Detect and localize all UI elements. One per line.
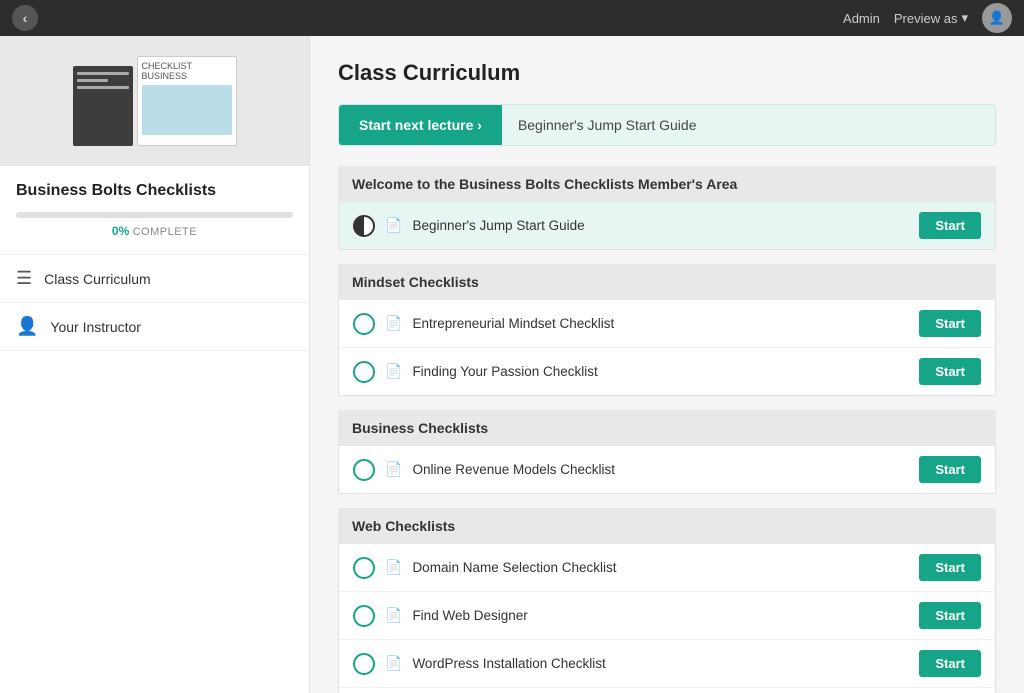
start-button-passion[interactable]: Start [919,358,981,385]
lesson-row-domain: 📄 Domain Name Selection Checklist Start [339,544,995,592]
lesson-row-passion: 📄 Finding Your Passion Checklist Start [339,348,995,395]
progress-bar-wrap [16,212,293,218]
start-button-entrepreneurial[interactable]: Start [919,310,981,337]
avatar[interactable]: 👤 [982,3,1012,33]
preview-label: Preview as [894,11,958,26]
course-title: Business Bolts Checklists [16,182,293,200]
next-lecture-name: Beginner's Jump Start Guide [502,105,713,145]
lesson-row-quiz: 💡QuizStart [339,688,995,693]
book-line-3 [77,86,129,89]
progress-label: 0% COMPLETE [16,224,293,238]
sidebar-content: Business Bolts Checklists 0% COMPLETE [0,166,309,238]
sidebar-item-class-curriculum[interactable]: ☰ Class Curriculum [0,255,309,303]
file-icon-wordpress: 📄 [385,655,402,672]
avatar-icon: 👤 [989,10,1005,26]
lesson-row-wordpress: 📄 WordPress Installation Checklist Start [339,640,995,688]
book-cover-light: CHECKLIST BUSINESS [137,56,237,146]
sidebar-item-label-curriculum: Class Curriculum [44,271,151,287]
start-button-beginners-guide[interactable]: Start [919,212,981,239]
map-graphic [142,85,232,135]
lesson-name-web-designer: Find Web Designer [412,608,909,623]
lessons-group-welcome: 📄 Beginner's Jump Start Guide Start [338,202,996,250]
main-content: Class Curriculum Start next lecture › Be… [310,36,1024,693]
back-button[interactable]: ‹ [12,5,38,31]
lessons-group-business: 📄 Online Revenue Models Checklist Start [338,446,996,494]
section-welcome: Welcome to the Business Bolts Checklists… [338,166,996,250]
section-mindset: Mindset Checklists 📄 Entrepreneurial Minds… [338,264,996,396]
file-icon-passion: 📄 [385,363,402,380]
progress-complete: COMPLETE [133,226,198,238]
lesson-row-web-designer: 📄 Find Web Designer Start [339,592,995,640]
course-image: CHECKLIST BUSINESS [0,36,309,166]
book-line-1 [77,72,129,75]
lesson-name-revenue: Online Revenue Models Checklist [412,462,909,477]
half-circle-icon-beginners-guide [353,215,375,237]
lesson-row-entrepreneurial: 📄 Entrepreneurial Mindset Checklist Start [339,300,995,348]
lesson-row-beginners-guide: 📄 Beginner's Jump Start Guide Start [339,202,995,249]
lessons-group-mindset: 📄Entrepreneurial Mindset ChecklistStart📄… [338,300,996,396]
circle-icon-wordpress [353,653,375,675]
section-header-mindset: Mindset Checklists [338,264,996,300]
course-image-mockup: CHECKLIST BUSINESS [73,56,237,146]
sidebar-nav: ☰ Class Curriculum 👤 Your Instructor [0,254,309,351]
section-header-welcome: Welcome to the Business Bolts Checklists… [338,166,996,202]
circle-icon-entrepreneurial [353,313,375,335]
lesson-name-passion: Finding Your Passion Checklist [412,364,909,379]
nav-left: ‹ [12,5,38,31]
start-next-lecture-button[interactable]: Start next lecture › [339,105,502,145]
start-lecture-bar: Start next lecture › Beginner's Jump Sta… [338,104,996,146]
sidebar: CHECKLIST BUSINESS Business Bolts Checkl… [0,36,310,693]
sidebar-item-label-instructor: Your Instructor [50,319,141,335]
lesson-name-domain: Domain Name Selection Checklist [412,560,909,575]
circle-icon-passion [353,361,375,383]
book-cover-dark [73,66,133,146]
start-button-web-designer[interactable]: Start [919,602,981,629]
page-title: Class Curriculum [338,60,996,86]
book-line-2 [77,79,108,82]
progress-percent: 0% [112,224,129,238]
main-layout: CHECKLIST BUSINESS Business Bolts Checkl… [0,36,1024,693]
circle-icon-revenue [353,459,375,481]
file-icon-revenue: 📄 [385,461,402,478]
file-icon-beginners-guide: 📄 [385,217,402,234]
admin-link[interactable]: Admin [843,11,880,26]
preview-as-button[interactable]: Preview as ▾ [894,10,968,26]
file-icon-web-designer: 📄 [385,607,402,624]
sections-container: Welcome to the Business Bolts Checklists… [338,166,996,693]
lessons-group-web: 📄 Domain Name Selection Checklist Start 📄 Fi… [338,544,996,693]
file-icon-domain: 📄 [385,559,402,576]
curriculum-icon: ☰ [16,268,32,289]
file-icon-entrepreneurial: 📄 [385,315,402,332]
lesson-name-wordpress: WordPress Installation Checklist [412,656,909,671]
section-business: Business Checklists 📄 Online Revenue Model… [338,410,996,494]
start-button-wordpress[interactable]: Start [919,650,981,677]
chevron-down-icon: ▾ [961,10,968,26]
lesson-name-beginners-guide: Beginner's Jump Start Guide [412,218,909,233]
instructor-icon: 👤 [16,316,38,337]
circle-icon-domain [353,557,375,579]
circle-icon-web-designer [353,605,375,627]
section-header-web: Web Checklists [338,508,996,544]
lesson-name-entrepreneurial: Entrepreneurial Mindset Checklist [412,316,909,331]
start-button-revenue[interactable]: Start [919,456,981,483]
top-nav: ‹ Admin Preview as ▾ 👤 [0,0,1024,36]
nav-right: Admin Preview as ▾ 👤 [843,3,1012,33]
lesson-row-revenue: 📄 Online Revenue Models Checklist Start [339,446,995,493]
section-header-business: Business Checklists [338,410,996,446]
book-text-1: CHECKLIST BUSINESS [142,61,232,81]
start-button-domain[interactable]: Start [919,554,981,581]
section-web: Web Checklists 📄 Domain Name Selection Che… [338,508,996,693]
sidebar-item-your-instructor[interactable]: 👤 Your Instructor [0,303,309,351]
